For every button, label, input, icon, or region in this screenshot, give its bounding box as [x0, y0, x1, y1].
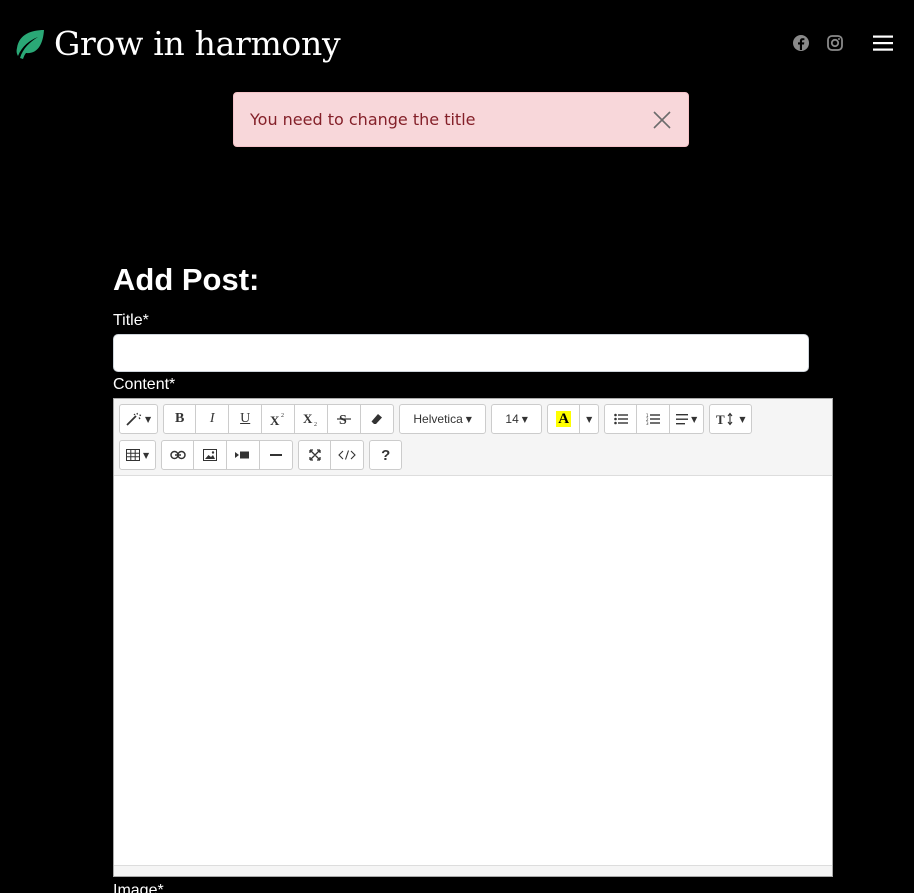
strikethrough-icon: S [337, 413, 352, 427]
picture-icon [203, 449, 218, 461]
content-edit-area[interactable] [114, 476, 832, 866]
font-size-dropdown[interactable]: 14 ▼ [491, 404, 543, 434]
svg-text:2: 2 [281, 413, 284, 419]
horizontal-rule-button[interactable] [260, 440, 294, 470]
clear-format-button[interactable] [361, 404, 395, 434]
insert-video-button[interactable] [227, 440, 261, 470]
text-color-button[interactable]: A [547, 404, 581, 434]
eraser-icon [371, 414, 383, 424]
add-post-form: Add Post: Title* Content* ▼ B I U X 2 X … [113, 260, 833, 877]
image-label: Image* [113, 882, 164, 893]
close-icon[interactable] [652, 110, 672, 130]
page: Grow in harmony You need to change the t… [0, 0, 914, 893]
insert-link-button[interactable] [161, 440, 195, 470]
svg-text:2: 2 [314, 422, 317, 426]
fullscreen-icon [309, 449, 321, 461]
editor-resize-bar[interactable] [114, 865, 832, 876]
help-label: ? [381, 446, 391, 464]
highlight-letter: A [556, 411, 572, 427]
font-family-dropdown[interactable]: Helvetica ▼ [399, 404, 487, 434]
hamburger-menu-icon[interactable] [872, 34, 894, 52]
video-icon [235, 451, 250, 459]
svg-text:X: X [270, 413, 280, 426]
fullscreen-button[interactable] [298, 440, 332, 470]
content-label: Content* [113, 376, 176, 393]
italic-button[interactable]: I [196, 404, 230, 434]
line-height-dropdown[interactable]: T ▼ [709, 404, 753, 434]
ordered-list-button[interactable]: 1 2 3 [637, 404, 671, 434]
editor-toolbar: ▼ B I U X 2 X 2 S Helvetica ▼ 14 ▼ A ▼ 1… [114, 399, 832, 476]
content-editor: ▼ B I U X 2 X 2 S Helvetica ▼ 14 ▼ A ▼ 1… [113, 398, 833, 877]
superscript-icon: X 2 [270, 413, 284, 426]
instagram-icon[interactable] [826, 34, 844, 52]
page-title: Add Post: [113, 262, 260, 297]
code-icon [338, 450, 356, 460]
underline-button[interactable]: U [229, 404, 263, 434]
bold-button[interactable]: B [163, 404, 197, 434]
table-icon [126, 449, 140, 461]
insert-picture-button[interactable] [194, 440, 228, 470]
text-height-icon: T [716, 412, 733, 426]
leaf-icon [16, 30, 44, 59]
magic-wand-icon [126, 412, 142, 426]
help-button[interactable]: ? [369, 440, 403, 470]
table-dropdown[interactable]: ▼ [119, 440, 157, 470]
svg-text:S: S [339, 413, 347, 427]
color-dropdown-button[interactable]: ▼ [580, 404, 600, 434]
superscript-button[interactable]: X 2 [262, 404, 296, 434]
underline-label: U [240, 411, 251, 426]
font-family-value: Helvetica [413, 412, 463, 426]
alert-message: You need to change the title [233, 92, 689, 147]
svg-text:3: 3 [646, 421, 649, 425]
facebook-icon[interactable] [792, 34, 810, 52]
link-icon [169, 450, 186, 460]
brand-link[interactable]: Grow in harmony [12, 24, 341, 64]
strikethrough-button[interactable]: S [328, 404, 362, 434]
style-button[interactable]: ▼ [119, 404, 159, 434]
code-view-button[interactable] [331, 440, 365, 470]
italic-label: I [209, 411, 215, 426]
brand-name: Grow in harmony [54, 24, 341, 63]
subscript-button[interactable]: X 2 [295, 404, 329, 434]
bullet-list-icon [613, 413, 628, 425]
align-left-icon [676, 413, 689, 424]
font-size-value: 14 [505, 412, 519, 426]
nav-icons [792, 34, 894, 52]
subscript-icon: X 2 [303, 412, 317, 426]
horizontal-rule-icon [270, 454, 283, 456]
svg-text:T: T [716, 412, 725, 426]
title-input[interactable] [113, 334, 809, 372]
svg-text:X: X [303, 412, 313, 426]
unordered-list-button[interactable] [604, 404, 638, 434]
numbered-list-icon: 1 2 3 [646, 413, 661, 425]
alert-text: You need to change the title [250, 110, 476, 129]
paragraph-align-dropdown[interactable]: ▼ [670, 404, 705, 434]
title-label: Title* [113, 312, 149, 329]
bold-label: B [174, 411, 185, 426]
